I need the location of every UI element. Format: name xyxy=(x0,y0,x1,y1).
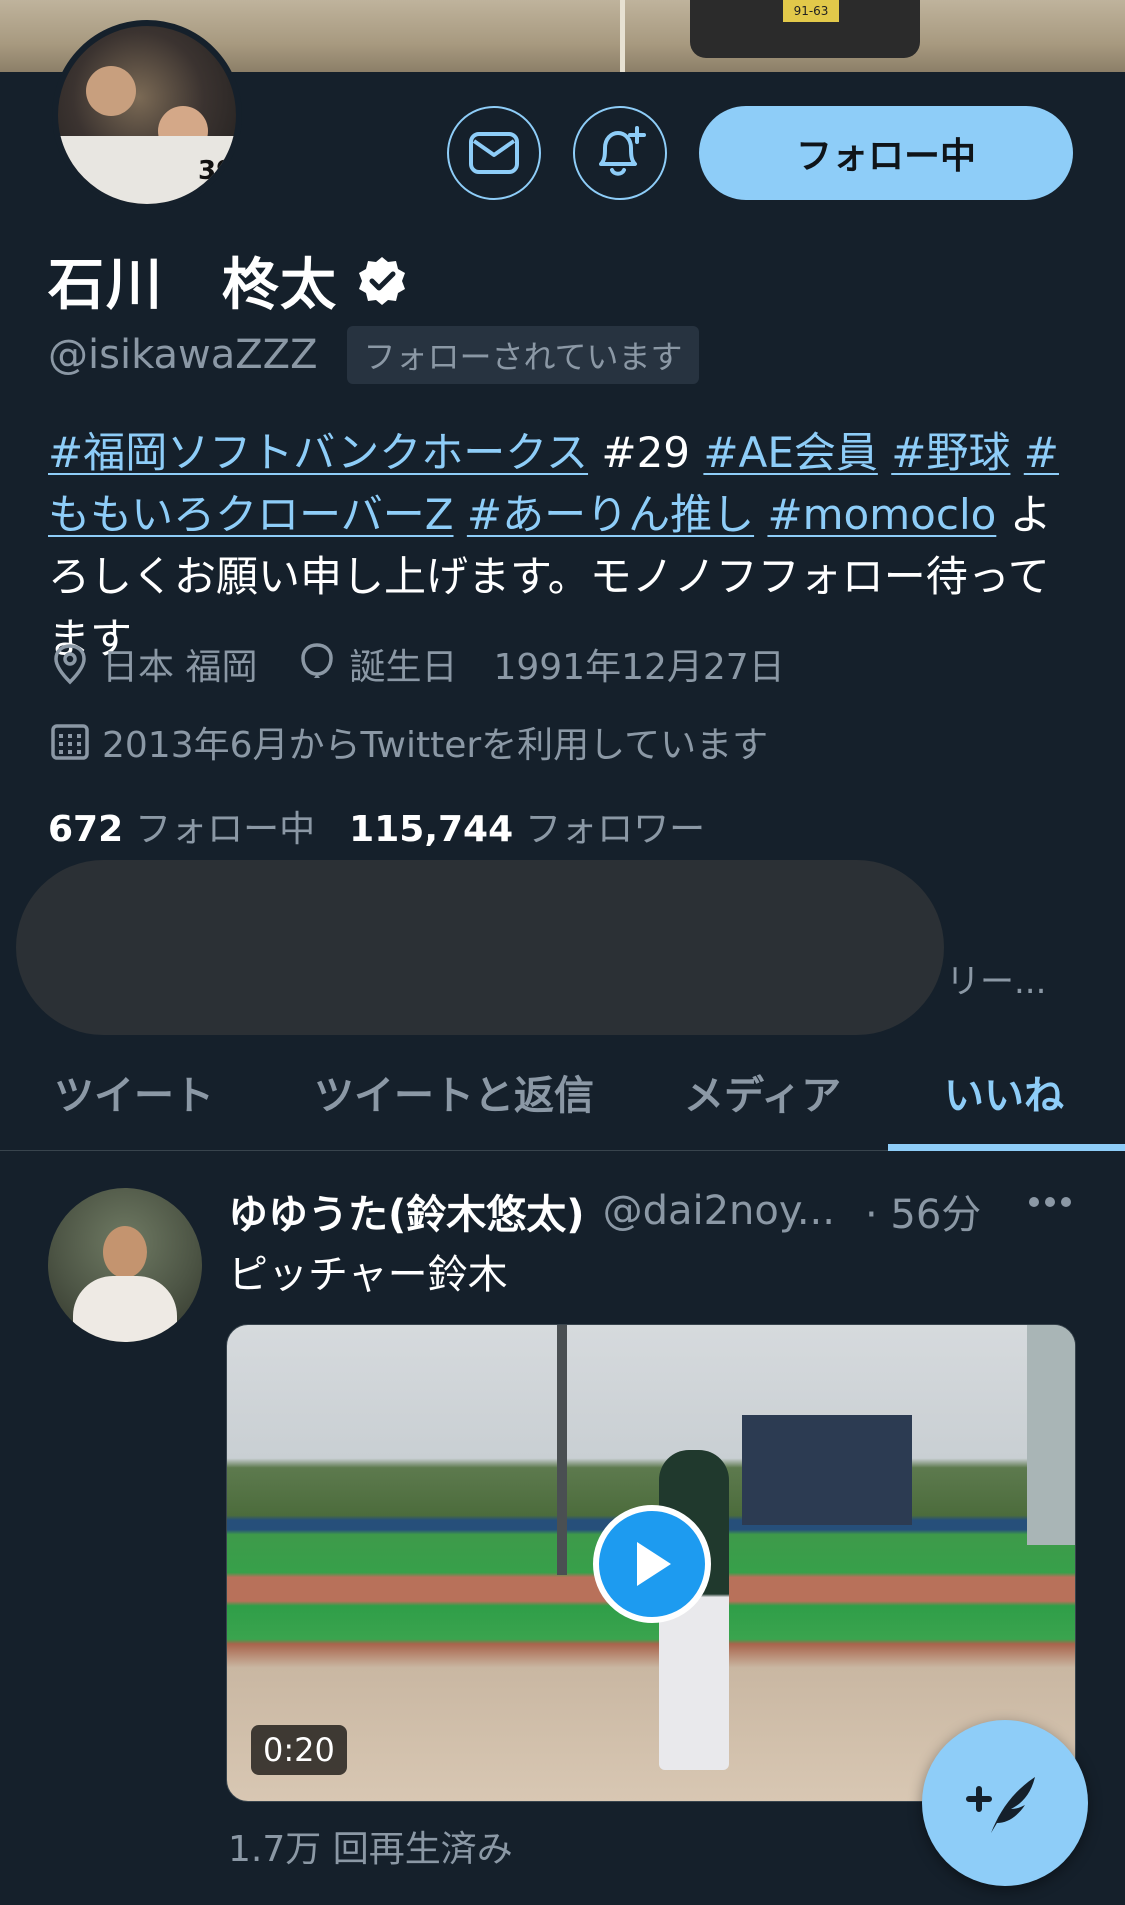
bell-plus-icon xyxy=(599,126,646,176)
followers-stat[interactable]: 115,744 フォロワー xyxy=(349,800,705,852)
tweet-author-handle[interactable]: @dai2noy... xyxy=(603,1188,835,1234)
video-views: 1.7万 回再生済み xyxy=(228,1829,513,1870)
tweet-author-name[interactable]: ゆゆうた(鈴木悠太) xyxy=(228,1182,585,1240)
bio-text: #29 xyxy=(588,428,704,477)
tweet-video[interactable]: 0:20 xyxy=(226,1324,1076,1802)
profile-handle-row: @isikawaZZZ フォローされています xyxy=(48,326,699,384)
banner-line xyxy=(620,0,625,72)
tweet-author-avatar[interactable] xyxy=(48,1188,202,1342)
compose-button[interactable] xyxy=(922,1720,1088,1886)
calendar-icon xyxy=(51,724,89,760)
verified-badge-icon xyxy=(359,256,405,305)
follow-stats: 672 フォロー中 115,744 フォロワー xyxy=(48,800,739,852)
tweet-text: ピッチャー鈴木 xyxy=(228,1252,508,1298)
tab-tweets[interactable]: ツイート xyxy=(54,1063,214,1121)
tab-likes[interactable]: いいね xyxy=(944,1063,1064,1121)
video-building xyxy=(1027,1325,1075,1545)
hashtag-link[interactable]: #AE会員 xyxy=(703,428,877,477)
bio-text xyxy=(878,428,891,477)
redacted-overlay xyxy=(16,860,944,1035)
followers-count: 115,744 xyxy=(349,809,514,850)
play-icon xyxy=(637,1542,671,1586)
profile-name-row: 石川 柊太 xyxy=(48,240,408,321)
following-stat[interactable]: 672 フォロー中 xyxy=(48,800,315,852)
envelope-icon xyxy=(469,132,519,174)
bio-text xyxy=(1010,428,1023,477)
tweet-header: ゆゆうた(鈴木悠太) @dai2noy... · 56分 xyxy=(228,1182,1088,1240)
bio-text xyxy=(754,490,767,539)
hashtag-link[interactable]: #福岡ソフトバンクホークス xyxy=(48,428,588,477)
play-button[interactable] xyxy=(593,1505,711,1623)
tab-tweets-replies[interactable]: ツイートと返信 xyxy=(314,1063,594,1121)
follows-you-badge: フォローされています xyxy=(347,326,699,384)
bio-text xyxy=(454,490,467,539)
location-pin-icon xyxy=(54,644,86,685)
banner-plate: 91-63 xyxy=(783,0,839,22)
following-count: 672 xyxy=(48,809,124,850)
tab-media[interactable]: メディア xyxy=(684,1063,841,1121)
video-scoreboard xyxy=(742,1415,912,1525)
following-label: フォロー中 xyxy=(135,809,316,850)
following-button[interactable]: フォロー中 xyxy=(699,106,1073,200)
message-button[interactable] xyxy=(447,106,541,200)
compose-tweet-icon xyxy=(966,1777,1035,1833)
overlay-trailing-text: リー... xyxy=(946,962,1047,1002)
location-text: 日本 福岡 xyxy=(102,647,258,688)
avatar-person xyxy=(86,66,136,116)
joined-item: 2013年6月からTwitterを利用しています xyxy=(50,716,768,768)
profile-bio: #福岡ソフトバンクホークス #29 #AE会員 #野球 #ももいろクローバーZ … xyxy=(48,422,1088,670)
profile-handle: @isikawaZZZ xyxy=(48,332,318,378)
followers-label: フォロワー xyxy=(525,809,706,850)
video-duration: 0:20 xyxy=(251,1725,347,1775)
hashtag-link[interactable]: #あーりん推し xyxy=(467,490,754,539)
hashtag-link[interactable]: #野球 xyxy=(891,428,1010,477)
birthday-date: 1991年12月27日 xyxy=(493,647,785,688)
location-item: 日本 福岡 xyxy=(50,638,257,690)
notify-button[interactable] xyxy=(573,106,667,200)
avatar-face xyxy=(103,1226,147,1278)
active-tab-indicator xyxy=(888,1144,1125,1151)
joined-row: 2013年6月からTwitterを利用しています xyxy=(50,716,808,768)
profile-meta-row: 日本 福岡 誕生日 1991年12月27日 xyxy=(50,638,825,690)
video-light-tower xyxy=(557,1325,567,1575)
joined-text: 2013年6月からTwitterを利用しています xyxy=(102,725,769,766)
avatar-number: 39 xyxy=(198,156,235,186)
birthday-label: 誕生日 xyxy=(349,647,458,688)
profile-avatar[interactable]: 39 xyxy=(52,20,242,210)
hashtag-link[interactable]: #momoclo xyxy=(767,490,996,539)
profile-tabs: ツイート ツイートと返信 メディア いいね xyxy=(0,1045,1125,1151)
balloon-icon xyxy=(301,643,334,678)
birthday-item: 誕生日 1991年12月27日 xyxy=(297,638,785,690)
profile-name: 石川 柊太 xyxy=(48,253,338,318)
more-dots-icon[interactable] xyxy=(1028,1196,1072,1208)
avatar-hoodie xyxy=(73,1276,177,1342)
tweet-time[interactable]: · 56分 xyxy=(865,1182,981,1240)
